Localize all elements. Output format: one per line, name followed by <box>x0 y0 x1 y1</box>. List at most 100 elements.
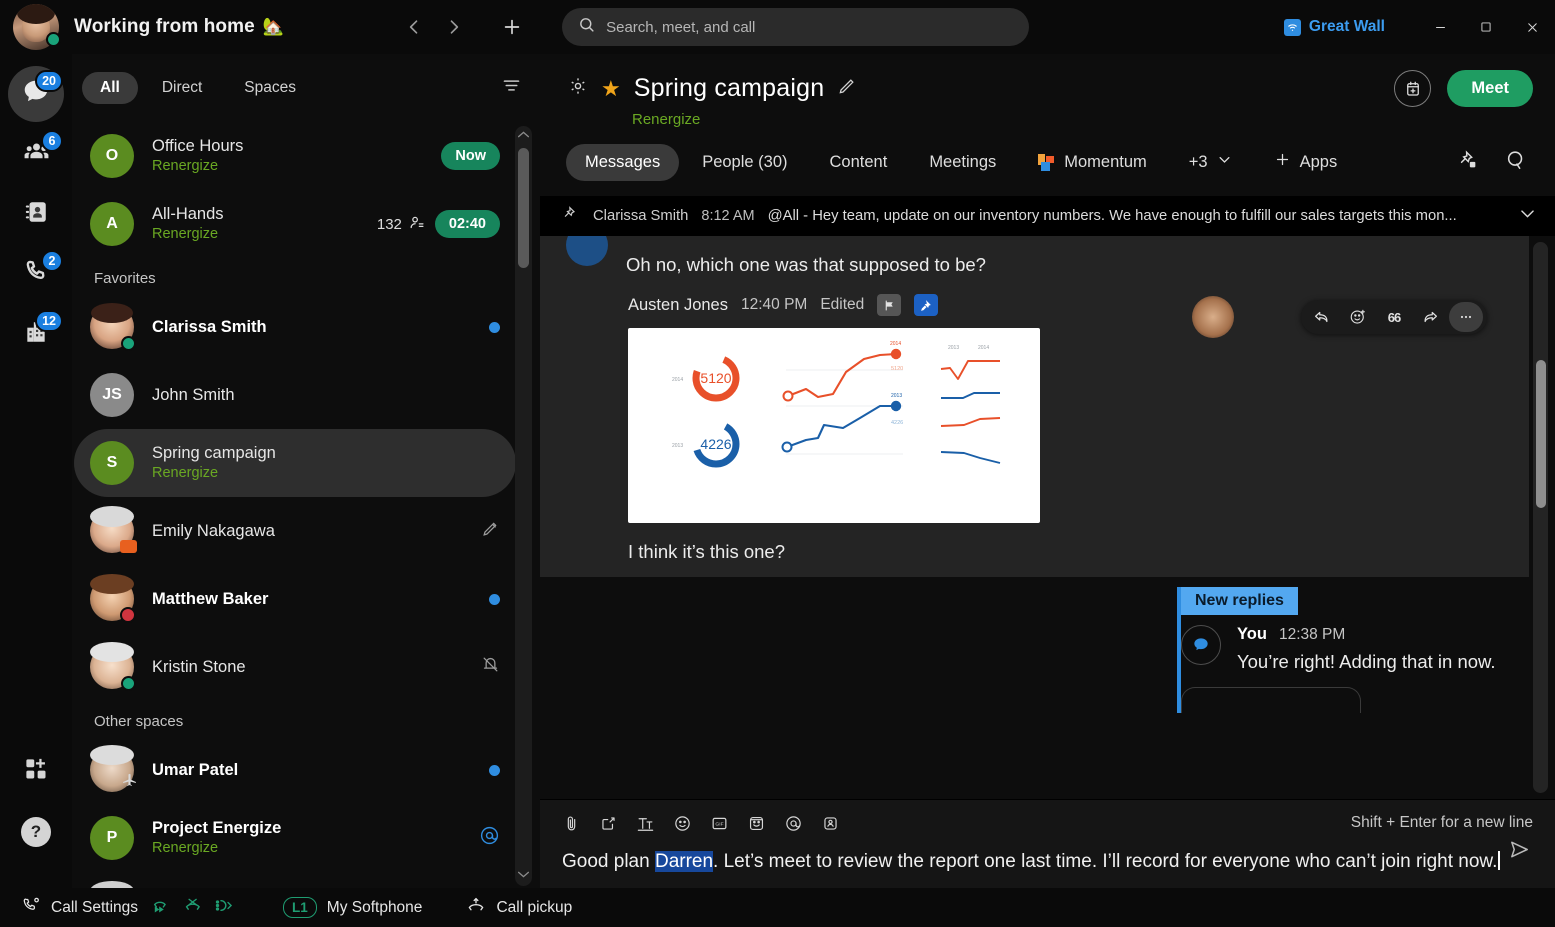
rail-item-workspaces[interactable]: 12 <box>8 306 64 362</box>
message-list[interactable]: Oh no, which one was that supposed to be… <box>540 236 1555 799</box>
tab-momentum[interactable]: Momentum <box>1019 144 1166 181</box>
message-focused[interactable]: Austen Jones 12:40 PM Edited 2014 5120 2… <box>540 286 1529 577</box>
conversation-list[interactable]: O Office Hours Renergize Now A All-Hands… <box>72 122 540 888</box>
nav-buttons <box>397 10 529 44</box>
conversation-list-pane: All Direct Spaces O Office Hours Renergi… <box>72 54 540 888</box>
avatar <box>90 303 136 351</box>
emoji-icon[interactable] <box>673 814 692 833</box>
list-item[interactable]: A All-Hands Renergize 132 02:40 <box>74 190 516 258</box>
sticker-icon[interactable] <box>747 814 766 833</box>
phone-gear-icon <box>22 896 41 920</box>
composer-input[interactable]: Good plan Darren. Let’s meet to review t… <box>562 847 1533 876</box>
send-icon[interactable] <box>1508 838 1531 866</box>
message-scrollbar[interactable] <box>1533 242 1548 793</box>
scrollbar-thumb[interactable] <box>518 148 529 268</box>
forward-button[interactable] <box>437 10 471 44</box>
composer-hint: Shift + Enter for a new line <box>1350 814 1533 832</box>
filter-spaces[interactable]: Spaces <box>226 72 314 104</box>
list-scrollbar[interactable] <box>515 126 532 886</box>
call-forward-icon[interactable] <box>152 895 173 921</box>
screenshot-icon[interactable] <box>599 814 618 833</box>
scroll-up-icon[interactable] <box>517 130 530 142</box>
tab-meetings[interactable]: Meetings <box>910 144 1015 181</box>
tab-messages[interactable]: Messages <box>566 143 680 181</box>
list-item[interactable]: Emily Nakagawa <box>74 497 516 565</box>
filter-direct[interactable]: Direct <box>144 72 220 104</box>
call-settings-button[interactable]: Call Settings <box>22 896 138 920</box>
close-button[interactable] <box>1509 0 1555 54</box>
pin-list-icon[interactable] <box>1457 149 1479 176</box>
filter-all[interactable]: All <box>82 72 138 104</box>
tab-content[interactable]: Content <box>811 144 907 181</box>
my-avatar[interactable] <box>0 4 72 50</box>
pin-icon[interactable] <box>914 294 939 316</box>
tab-add-apps[interactable]: Apps <box>1255 142 1357 182</box>
my-status[interactable]: Working from home 🏡 <box>74 16 284 38</box>
connection-status[interactable]: Great Wall <box>1283 18 1385 36</box>
rail-item-apps[interactable] <box>8 744 64 800</box>
list-item[interactable] <box>74 872 516 888</box>
message-composer[interactable]: GIF Shift + Enter for a new line Good pl… <box>540 798 1555 888</box>
more-icon[interactable] <box>1449 302 1483 332</box>
forward-icon[interactable] <box>1413 302 1447 332</box>
list-item[interactable]: P Project Energize Renergize <box>74 804 516 872</box>
list-item-spring-campaign[interactable]: S Spring campaign Renergize <box>74 429 516 497</box>
rail-item-calling[interactable]: 2 <box>8 246 64 302</box>
search-input[interactable] <box>606 18 1014 36</box>
global-search[interactable] <box>562 8 1030 46</box>
softphone-selector[interactable]: L1 My Softphone <box>283 897 422 918</box>
call-transfer-icon[interactable] <box>214 895 235 921</box>
mention-icon[interactable] <box>784 814 803 833</box>
reply-message[interactable]: You 12:38 PM You’re right! Adding that i… <box>540 615 1529 673</box>
pinned-message-banner[interactable]: Clarissa Smith 8:12 AM @All - Hey team, … <box>540 196 1555 236</box>
pinned-text: @All - Hey team, update on our inventory… <box>767 208 1457 224</box>
avatar <box>90 506 137 553</box>
rail-item-teams[interactable]: 6 <box>8 126 64 182</box>
list-item[interactable]: O Office Hours Renergize Now <box>74 122 516 190</box>
rail-item-messaging[interactable]: 20 <box>8 66 64 122</box>
chevron-down-icon[interactable] <box>1518 204 1537 228</box>
tab-people[interactable]: People (30) <box>683 144 806 181</box>
section-header-other-spaces: Other spaces <box>94 713 184 730</box>
scroll-down-icon[interactable] <box>517 870 530 882</box>
unread-indicator <box>489 764 500 776</box>
quote-icon[interactable]: 66 <box>1377 302 1411 332</box>
rail-item-contacts[interactable] <box>8 186 64 242</box>
react-icon[interactable] <box>1341 302 1375 332</box>
rail-item-help[interactable]: ? <box>8 804 64 860</box>
scrollbar-thumb[interactable] <box>1535 360 1546 508</box>
do-not-disturb-call-icon[interactable] <box>183 895 204 921</box>
maximize-button[interactable] <box>1463 0 1509 54</box>
reply-icon[interactable] <box>1305 302 1339 332</box>
message-text: Oh no, which one was that supposed to be… <box>626 254 986 275</box>
format-text-icon[interactable] <box>636 814 655 833</box>
search-icon[interactable] <box>1505 149 1527 176</box>
sort-filter-icon[interactable] <box>501 75 522 101</box>
list-item-team: Renergize <box>152 840 219 857</box>
pencil-icon[interactable] <box>837 76 857 101</box>
chart-attachment[interactable]: 2014 5120 2013 4226 2014 5120 2013 4226 … <box>628 328 1040 523</box>
star-icon[interactable]: ★ <box>601 76 621 102</box>
gif-icon[interactable]: GIF <box>710 814 729 833</box>
list-item[interactable]: JS John Smith <box>74 361 516 429</box>
tab-more-apps[interactable]: +3 <box>1170 143 1251 181</box>
flag-icon[interactable] <box>877 294 902 316</box>
presence-indicator-available <box>121 676 136 691</box>
call-pickup-button[interactable]: Call pickup <box>466 895 572 920</box>
attach-icon[interactable] <box>562 814 581 833</box>
home-emoji-icon: 🏡 <box>262 17 285 36</box>
new-item-button[interactable] <box>495 10 529 44</box>
gear-icon[interactable] <box>568 76 588 101</box>
list-item[interactable]: Umar Patel <box>74 736 516 804</box>
list-item[interactable]: Clarissa Smith <box>74 293 516 361</box>
minimize-button[interactable] <box>1417 0 1463 54</box>
meet-button[interactable]: Meet <box>1447 70 1533 107</box>
presence-indicator-away <box>121 771 138 793</box>
apps-icon[interactable] <box>821 814 840 833</box>
message-previous[interactable]: Oh no, which one was that supposed to be… <box>540 236 1529 286</box>
list-item[interactable]: Kristin Stone <box>74 633 516 701</box>
list-item[interactable]: Matthew Baker <box>74 565 516 633</box>
back-button[interactable] <box>397 10 431 44</box>
avatar: JS <box>90 373 134 417</box>
schedule-icon[interactable] <box>1394 70 1432 107</box>
